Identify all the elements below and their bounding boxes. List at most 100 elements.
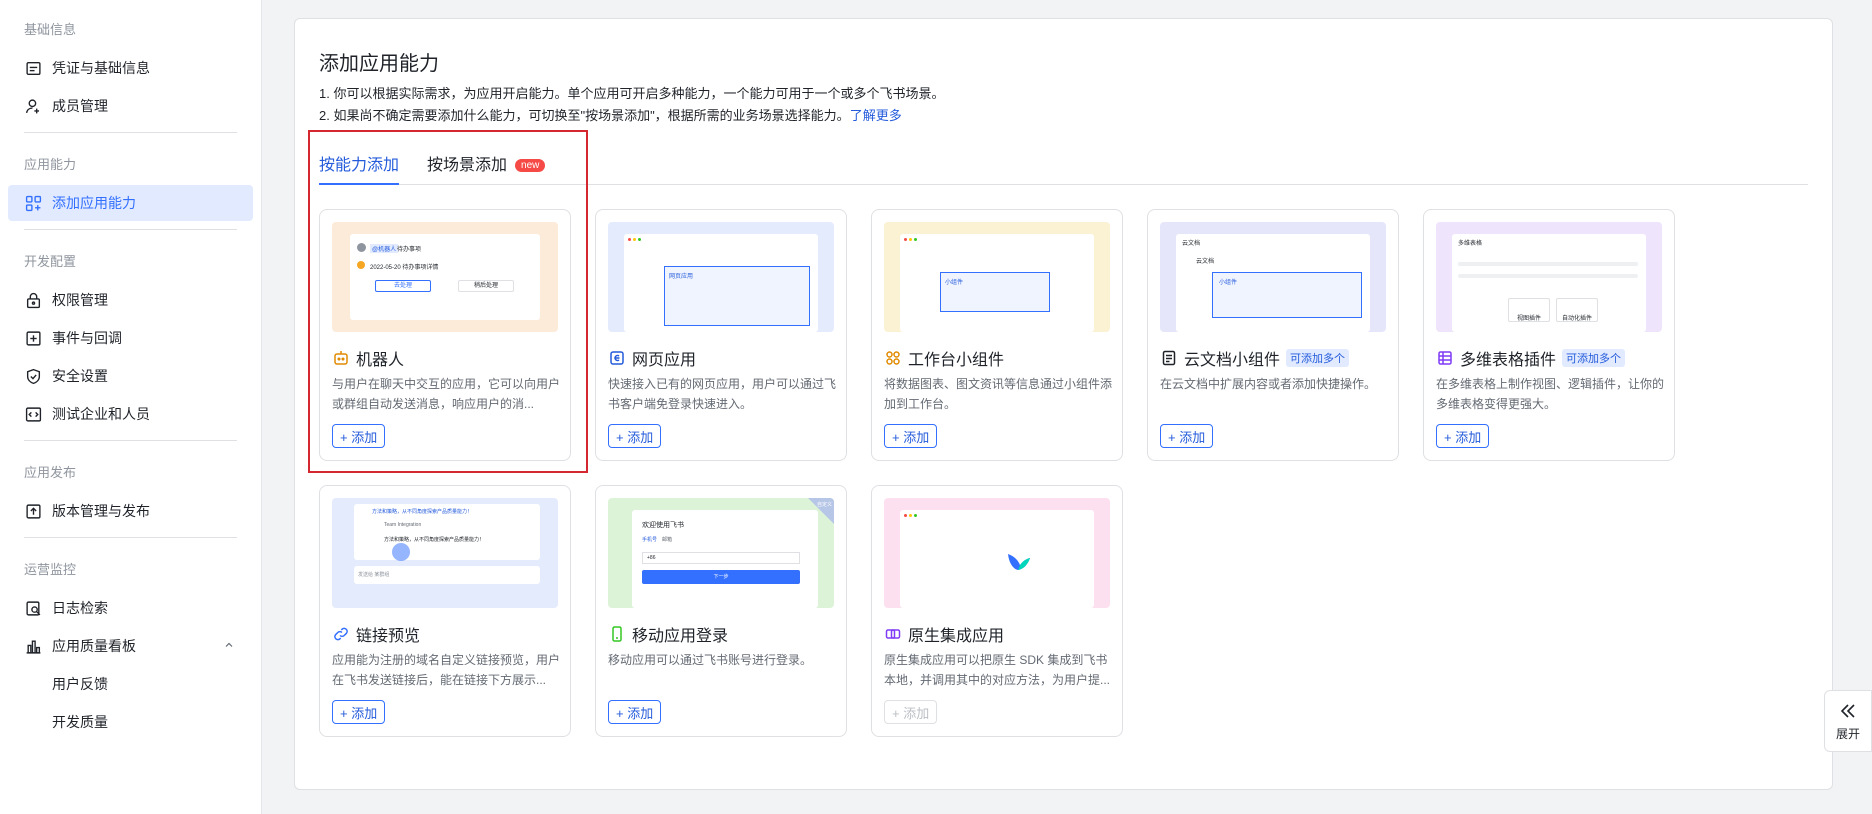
sidebar-item-label: 应用质量看板 (52, 638, 136, 654)
sidebar-item-events[interactable]: 事件与回调 (8, 320, 253, 356)
tab-label: 按场景添加 (427, 157, 508, 174)
sidebar-item-label: 事件与回调 (52, 330, 122, 346)
chevron-up-icon[interactable] (223, 639, 235, 651)
card-title: 工作台小组件 (884, 346, 1004, 370)
card-thumbnail (884, 498, 1110, 608)
dot (633, 238, 636, 241)
doc-icon (1162, 350, 1176, 366)
thumb-frame: 小组件 (940, 272, 1050, 312)
card-description: 与用户在聊天中交互的应用，它可以向用户或群组自动发送消息，响应用户的消... (332, 377, 560, 411)
thumb-button: 去处理 (375, 280, 431, 292)
card-description: 移动应用可以通过飞书账号进行登录。 (608, 653, 813, 667)
thumb-text: 自定义 (816, 502, 832, 508)
card-title-text: 移动应用登录 (632, 628, 729, 645)
thumb-frame: 小组件 (1212, 272, 1362, 318)
capability-card-doc-widget[interactable]: 云文档 云文档 小组件 云文档小组件 可添加多个 在云文档中扩展内容或者添加快捷… (1147, 209, 1399, 461)
link-icon (334, 627, 348, 641)
sidebar-item-credentials[interactable]: 凭证与基础信息 (8, 50, 253, 86)
add-button[interactable]: + 添加 (608, 700, 662, 724)
mobile-icon (612, 626, 622, 642)
sidebar-item-security[interactable]: 安全设置 (8, 358, 253, 394)
thumb-doc: 云文档 云文档 小组件 (1176, 234, 1370, 332)
thumb-input: +86 (642, 552, 800, 564)
card-description: 在云文档中扩展内容或者添加快捷操作。 (1160, 377, 1377, 391)
thumb-text: 手机号 (642, 537, 658, 543)
thumb-button: 视图插件 (1508, 298, 1550, 322)
section-title-capability: 应用能力 (24, 157, 77, 172)
dot (904, 514, 907, 517)
preview-blob (392, 543, 410, 561)
code-icon (25, 406, 42, 423)
sidebar-item-user-feedback[interactable]: 用户反馈 (8, 666, 253, 702)
web-app-icon (610, 351, 624, 365)
thumb-table: 多维表格 视图插件 自动化插件 (1452, 234, 1646, 332)
dot (904, 238, 907, 241)
add-button[interactable]: + 添加 (884, 424, 938, 448)
section-title-monitoring: 运营监控 (24, 562, 77, 577)
sidebar-item-quality-board[interactable]: 应用质量看板 (8, 628, 253, 664)
card-thumbnail: 网页应用 (608, 222, 834, 332)
card-title: 网页应用 (608, 346, 696, 370)
add-button[interactable]: + 添加 (332, 424, 386, 448)
thumb-text: 云文档 (1196, 259, 1215, 265)
tab-by-capability[interactable]: 按能力添加 (319, 151, 400, 185)
add-button[interactable]: + 添加 (1160, 424, 1214, 448)
sidebar-item-add-capability[interactable]: 添加应用能力 (8, 185, 253, 221)
capability-card-robot[interactable]: @机器人 待办事项 2022-05-20 待办事项详情 去处理 稍后处理 机器人… (319, 209, 571, 461)
card-title-text: 原生集成应用 (908, 628, 1005, 645)
card-description: 原生集成应用可以把原生 SDK 集成到飞书本地，并调用其中的对应方法，为用户提.… (884, 653, 1111, 687)
log-search-icon (25, 600, 42, 617)
section-title-basic: 基础信息 (24, 22, 77, 37)
capability-card-workbench-widget[interactable]: 小组件 工作台小组件 将数据图表、图文资讯等信息通过小组件添加到工作台。 + 添… (871, 209, 1123, 461)
add-button[interactable]: + 添加 (608, 424, 662, 448)
sidebar-item-permissions[interactable]: 权限管理 (8, 282, 253, 318)
card-title-text: 机器人 (356, 352, 405, 369)
sidebar-item-members[interactable]: 成员管理 (8, 88, 253, 124)
card-thumbnail: 方法和策略，从不同角度探索产品质量能力！ Team Integration 方法… (332, 498, 558, 608)
bitable-icon (1438, 351, 1452, 365)
lock-icon (25, 292, 42, 309)
sidebar-item-label: 成员管理 (52, 98, 108, 114)
capability-card-bitable-plugin[interactable]: 多维表格 视图插件 自动化插件 多维表格插件 可添加多个 在多维表格上制作视图、… (1423, 209, 1675, 461)
capability-card-native-app[interactable]: 原生集成应用 原生集成应用可以把原生 SDK 集成到飞书本地，并调用其中的对应方… (871, 485, 1123, 737)
avatar (357, 243, 366, 252)
tab-by-scenario[interactable]: 按场景添加 new (427, 151, 546, 184)
section-title-dev-config: 开发配置 (24, 254, 77, 269)
thumb-tag: @机器人 (370, 244, 399, 253)
description-line-1: 1. 你可以根据实际需求，为应用开启能力。单个应用可开启多种能力，一个能力可用于… (319, 86, 945, 101)
clock-icon (357, 261, 365, 269)
add-button[interactable]: + 添加 (332, 700, 386, 724)
sidebar-item-test-users[interactable]: 测试企业和人员 (8, 396, 253, 432)
member-add-icon (25, 98, 42, 115)
tab-label: 按能力添加 (319, 157, 400, 174)
card-title: 机器人 (332, 346, 404, 370)
sidebar-item-dev-quality[interactable]: 开发质量 (8, 704, 253, 740)
capability-card-mobile-login[interactable]: 欢迎使用飞书 手机号 邮箱 +86 下一步 自定义 移动应用登录 移动应用可以通… (595, 485, 847, 737)
card-description: 应用能为注册的域名自定义链接预览，用户在飞书发送链接后，能在链接下方展示... (332, 653, 560, 687)
section-title-release: 应用发布 (24, 465, 77, 480)
add-button[interactable]: + 添加 (1436, 424, 1490, 448)
thumb-text: 方法和策略，从不同角度探索产品质量能力！ (372, 509, 473, 515)
thumb-text: 多维表格 (1458, 241, 1483, 247)
dot (914, 238, 917, 241)
thumb-message: 方法和策略，从不同角度探索产品质量能力！ Team Integration 方法… (354, 504, 540, 560)
card-thumbnail: 欢迎使用飞书 手机号 邮箱 +86 下一步 自定义 (608, 498, 834, 608)
grid-add-icon (25, 195, 42, 212)
card-title: 链接预览 (332, 622, 420, 646)
learn-more-link[interactable]: 了解更多 (850, 108, 902, 123)
sidebar-item-versions[interactable]: 版本管理与发布 (8, 493, 253, 529)
new-badge: new (515, 159, 546, 172)
card-title-text: 多维表格插件 (1460, 352, 1557, 369)
card-title: 原生集成应用 (884, 622, 1004, 646)
capability-card-link-preview[interactable]: 方法和策略，从不同角度探索产品质量能力！ Team Integration 方法… (319, 485, 571, 737)
thumb-text: Team Integration (384, 522, 422, 528)
native-icon (885, 629, 901, 639)
expand-button[interactable]: 展开 (1824, 690, 1872, 752)
feishu-logo-icon (1008, 554, 1030, 570)
capability-card-web-app[interactable]: 网页应用 网页应用 快速接入已有的网页应用，用户可以通过飞书客户端免登录快速进入… (595, 209, 847, 461)
thumb-frame: 网页应用 (664, 266, 810, 326)
sidebar-item-logs[interactable]: 日志检索 (8, 590, 253, 626)
dot (909, 238, 912, 241)
row-line (1458, 262, 1638, 266)
dot (628, 238, 631, 241)
